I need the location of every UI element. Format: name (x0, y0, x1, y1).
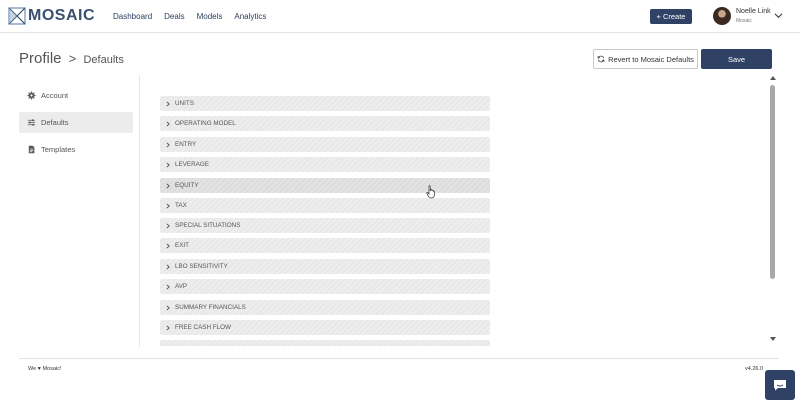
section-special-situations[interactable]: SPECIAL SITUATIONS (160, 218, 490, 233)
chevron-right-icon (166, 120, 170, 127)
breadcrumb-separator: > (68, 51, 77, 66)
refresh-icon (597, 55, 605, 63)
chevron-right-icon (166, 202, 170, 209)
chevron-right-icon (166, 222, 170, 229)
revert-defaults-button[interactable]: Revert to Mosaic Defaults (593, 49, 698, 69)
section-exit[interactable]: EXIT (160, 238, 490, 253)
nav-models[interactable]: Models (197, 12, 223, 21)
section-label: SUMMARY FINANCIALS (175, 304, 246, 311)
sidebar-item-label: Account (41, 91, 69, 100)
section-label: SPECIAL SITUATIONS (175, 222, 241, 229)
hand-cursor-icon (426, 185, 435, 199)
mosaic-logo-icon (8, 7, 26, 25)
chevron-right-icon (166, 242, 170, 249)
chevron-right-icon (166, 304, 170, 311)
scrollbar[interactable] (768, 75, 778, 345)
section-label: LEVERAGE (175, 161, 209, 168)
profile-sidebar: Account Defaults Templates (19, 75, 140, 347)
nav-deals[interactable]: Deals (164, 12, 184, 21)
defaults-sections: UNITS OPERATING MODEL ENTRY LEVERAGE EQU… (160, 96, 490, 346)
section-label: LBO SENSITIVITY (175, 263, 228, 270)
section-label: TAX (175, 202, 187, 209)
section-operating-model[interactable]: OPERATING MODEL (160, 116, 490, 131)
document-icon (28, 145, 35, 154)
top-navbar: MOSAIC Dashboard Deals Models Analytics … (0, 0, 800, 33)
scroll-up-arrow-icon[interactable] (769, 75, 777, 81)
chat-widget-button[interactable] (765, 370, 795, 400)
brand-name: MOSAIC (28, 7, 95, 24)
create-button[interactable]: + Create (650, 9, 692, 24)
chevron-right-icon (166, 324, 170, 331)
chevron-right-icon (166, 141, 170, 148)
sliders-icon (27, 119, 36, 126)
section-free-cash-flow[interactable]: FREE CASH FLOW (160, 320, 490, 335)
section-lbo-sensitivity[interactable]: LBO SENSITIVITY (160, 259, 490, 274)
section-label: FREE CASH FLOW (175, 324, 231, 331)
page-title-main: Profile (19, 50, 62, 67)
section-entry[interactable]: ENTRY (160, 137, 490, 152)
nav-analytics[interactable]: Analytics (234, 12, 266, 21)
sidebar-item-label: Defaults (41, 118, 69, 127)
section-label: AVP (175, 283, 188, 290)
chevron-right-icon (166, 182, 170, 189)
avatar[interactable] (713, 7, 731, 25)
section-label: EQUITY (175, 182, 199, 189)
save-button[interactable]: Save (701, 49, 772, 69)
section-tax[interactable]: TAX (160, 198, 490, 213)
sidebar-item-label: Templates (41, 145, 76, 154)
page-title: Profile > Defaults (19, 50, 124, 67)
scrollbar-thumb[interactable] (770, 85, 775, 279)
mosaic-logo[interactable]: MOSAIC (8, 6, 95, 26)
section-summary-financials[interactable]: SUMMARY FINANCIALS (160, 300, 490, 315)
section-units[interactable]: UNITS (160, 96, 490, 111)
scroll-down-arrow-icon[interactable] (769, 336, 777, 342)
chevron-right-icon (166, 100, 170, 107)
sidebar-item-templates[interactable]: Templates (19, 139, 133, 160)
section-avp[interactable]: AVP (160, 279, 490, 294)
revert-defaults-label: Revert to Mosaic Defaults (608, 54, 694, 64)
chevron-down-icon[interactable] (774, 11, 783, 20)
section-leverage[interactable]: LEVERAGE (160, 157, 490, 172)
section-equity[interactable]: EQUITY (160, 178, 490, 193)
chevron-right-icon (166, 161, 170, 168)
section-label: UNITS (175, 100, 194, 107)
main-nav: Dashboard Deals Models Analytics (113, 12, 278, 21)
page-subtitle: Defaults (83, 54, 124, 66)
chevron-right-icon (166, 283, 170, 290)
chevron-right-icon (166, 263, 170, 270)
section-partial[interactable] (160, 340, 490, 346)
footer: We ♥ Mosaic! v4.26.0 (19, 358, 779, 380)
nav-dashboard[interactable]: Dashboard (113, 12, 152, 21)
chat-icon (774, 380, 786, 391)
footer-tagline: We ♥ Mosaic! (28, 366, 62, 372)
gear-icon (27, 91, 36, 100)
section-label: ENTRY (175, 141, 197, 148)
sidebar-item-defaults[interactable]: Defaults (19, 112, 133, 133)
user-org: Mosaic (736, 18, 752, 24)
section-label: OPERATING MODEL (175, 120, 236, 127)
sidebar-item-account[interactable]: Account (19, 85, 133, 106)
app-version: v4.26.0 (745, 366, 764, 372)
section-label: EXIT (175, 242, 189, 249)
user-name[interactable]: Noelle Link (736, 8, 771, 15)
